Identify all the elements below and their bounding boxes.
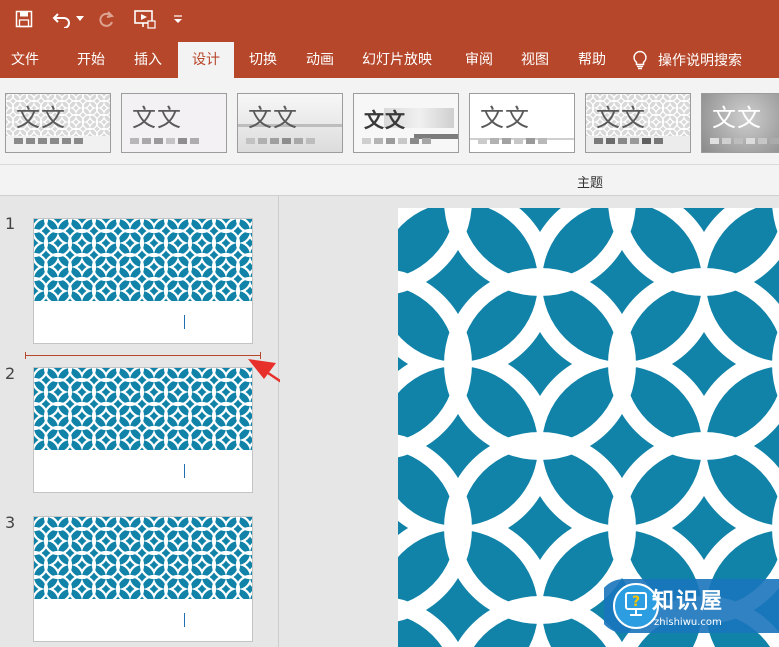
tab-home[interactable]: 开始	[62, 42, 120, 78]
tab-animations[interactable]: 动画	[292, 42, 348, 78]
theme-color-bars	[478, 138, 547, 144]
lightbulb-icon	[633, 50, 647, 70]
svg-text:?: ?	[632, 594, 640, 610]
theme-color-bars	[710, 138, 779, 144]
theme-sample-text: 文文	[596, 104, 646, 132]
watermark-title: 知识屋	[652, 589, 725, 614]
slide-thumbnail-2[interactable]	[33, 367, 253, 493]
theme-sample-text: 文文	[132, 104, 182, 132]
tab-view[interactable]: 视图	[506, 42, 564, 78]
slide-number-3: 3	[5, 513, 16, 532]
theme-sample-text: 文文	[16, 104, 66, 132]
theme-thumbnail-1[interactable]: 文文	[5, 93, 111, 153]
text-cursor	[184, 464, 185, 478]
slide-pattern	[34, 368, 252, 450]
undo-dropdown-icon[interactable]	[74, 6, 86, 32]
text-cursor	[184, 315, 185, 329]
theme-color-bars	[594, 138, 663, 144]
tab-insert[interactable]: 插入	[120, 42, 176, 78]
tab-review[interactable]: 审阅	[450, 42, 508, 78]
present-from-start-icon[interactable]	[132, 6, 158, 32]
theme-color-bars	[14, 138, 83, 144]
tab-help[interactable]: 帮助	[562, 42, 622, 78]
quick-access-toolbar	[0, 0, 779, 38]
watermark-logo: ? 知识屋 zhishiwu.com	[604, 575, 779, 637]
ribbon-group-bar: 主题	[0, 164, 779, 196]
tab-design[interactable]: 设计	[178, 42, 234, 78]
watermark-subtitle: zhishiwu.com	[654, 617, 722, 628]
save-icon[interactable]	[12, 6, 36, 32]
ribbon-tabs: 文件 开始 插入 设计 切换 动画 幻灯片放映 审阅 视图 帮助 操作说明搜索	[0, 38, 779, 78]
theme-thumbnail-3[interactable]: 文文	[237, 93, 343, 153]
theme-thumbnail-5[interactable]: 文文	[469, 93, 575, 153]
customize-toolbar-icon[interactable]	[170, 6, 186, 32]
tab-slide-show[interactable]: 幻灯片放映	[352, 42, 442, 78]
themes-gallery: 文文 文文 文文 文文 文文 文文 文文	[0, 78, 779, 164]
theme-sample-text: 文文	[248, 104, 298, 132]
slide-pattern	[34, 219, 252, 301]
theme-sample-text: 文文	[712, 104, 762, 132]
theme-color-bars	[246, 138, 315, 144]
tab-transitions[interactable]: 切换	[234, 42, 292, 78]
theme-color-bars	[130, 138, 199, 144]
undo-icon[interactable]	[50, 6, 74, 32]
redo-icon[interactable]	[94, 6, 118, 32]
slide-number-2: 2	[5, 364, 16, 383]
slide-insertion-marker	[25, 352, 261, 359]
theme-sample-text: 文文	[480, 104, 530, 132]
slide-thumbnail-3[interactable]	[33, 516, 253, 642]
theme-thumbnail-6[interactable]: 文文	[585, 93, 691, 153]
themes-group-label: 主题	[576, 176, 603, 191]
tell-me-search[interactable]: 操作说明搜索	[632, 42, 742, 78]
tab-file[interactable]: 文件	[0, 42, 50, 78]
text-cursor	[184, 613, 185, 627]
slide-pattern	[34, 517, 252, 599]
theme-thumbnail-4[interactable]: 文文	[353, 93, 459, 153]
slide-thumbnail-1[interactable]	[33, 218, 253, 344]
theme-sample-text: 文文	[364, 108, 406, 132]
slide-number-1: 1	[5, 214, 16, 233]
theme-thumbnail-2[interactable]: 文文	[121, 93, 227, 153]
theme-color-bars	[362, 138, 431, 144]
theme-thumbnail-7[interactable]: 文文	[701, 93, 779, 153]
tell-me-label: 操作说明搜索	[658, 53, 742, 69]
